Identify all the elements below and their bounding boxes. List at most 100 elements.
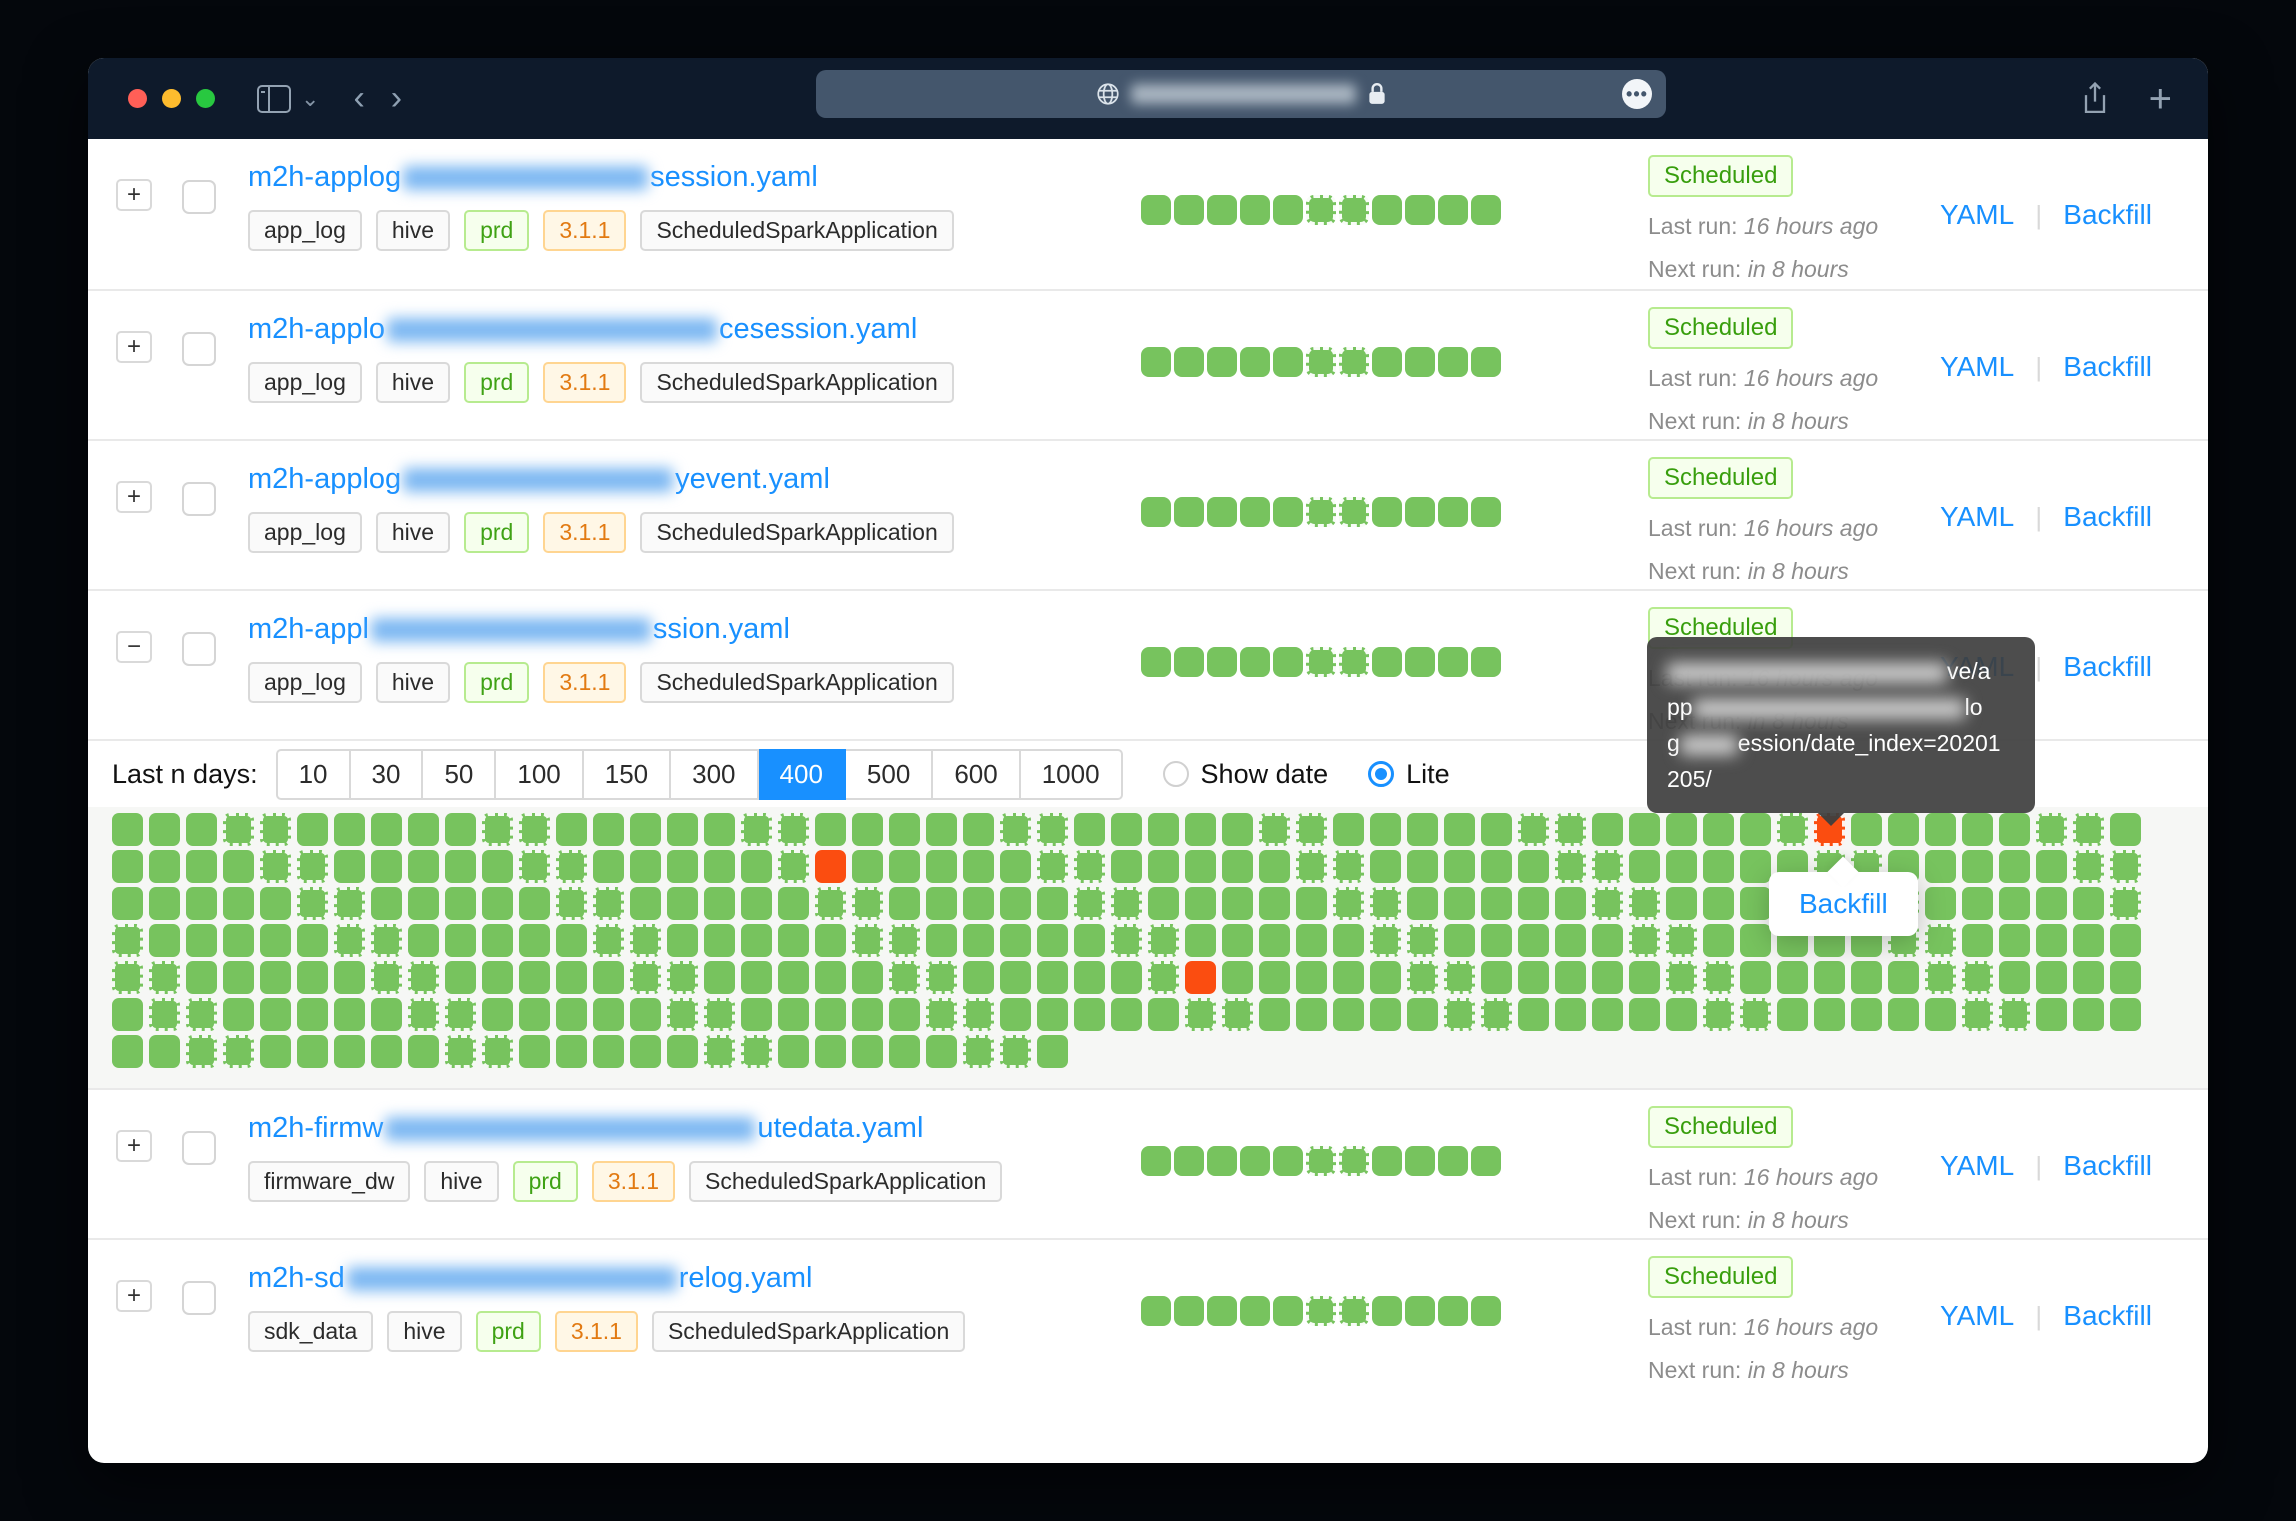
heatmap-day-cell[interactable] xyxy=(149,998,180,1031)
heatmap-day-cell[interactable] xyxy=(1296,924,1327,957)
heatmap-day-cell[interactable] xyxy=(186,961,217,994)
heatmap-day-cell[interactable] xyxy=(1740,924,1771,957)
heatmap-day-cell[interactable] xyxy=(519,813,550,846)
job-title-link[interactable]: m2h-applogyevent.yaml xyxy=(248,463,1141,496)
heatmap-day-cell[interactable] xyxy=(371,813,402,846)
job-title-link[interactable]: m2h-applssion.yaml xyxy=(248,613,1141,646)
heatmap-day-cell[interactable] xyxy=(852,998,883,1031)
heatmap-day-cell[interactable] xyxy=(1925,961,1956,994)
heatmap-day-cell[interactable] xyxy=(630,1035,661,1068)
heatmap-day-cell[interactable] xyxy=(186,1035,217,1068)
heatmap-day-cell[interactable] xyxy=(371,1035,402,1068)
heatmap-day-cell[interactable] xyxy=(630,924,661,957)
heatmap-day-cell[interactable] xyxy=(408,850,439,883)
heatmap-day-cell[interactable] xyxy=(408,887,439,920)
heatmap-day-cell[interactable] xyxy=(1000,887,1031,920)
heatmap-day-cell[interactable] xyxy=(1703,998,1734,1031)
job-title-link[interactable]: m2h-firmwutedata.yaml xyxy=(248,1112,1141,1145)
heatmap-day-cell[interactable] xyxy=(1481,850,1512,883)
heatmap-day-cell[interactable] xyxy=(1629,850,1660,883)
minibar-day-cell[interactable] xyxy=(1240,1296,1270,1326)
heatmap-day-cell[interactable] xyxy=(667,1035,698,1068)
heatmap-day-cell[interactable] xyxy=(1555,813,1586,846)
heatmap-day-cell[interactable] xyxy=(630,998,661,1031)
heatmap-day-cell[interactable] xyxy=(1999,813,2030,846)
heatmap-day-cell[interactable] xyxy=(149,813,180,846)
heatmap-day-cell[interactable] xyxy=(1148,961,1179,994)
heatmap-day-cell[interactable] xyxy=(926,850,957,883)
reader-options-icon[interactable]: ••• xyxy=(1622,79,1652,109)
backfill-popover-link[interactable]: Backfill xyxy=(1799,888,1888,919)
heatmap-day-cell[interactable] xyxy=(815,887,846,920)
heatmap-day-cell[interactable] xyxy=(260,1035,291,1068)
heatmap-day-cell[interactable] xyxy=(1111,998,1142,1031)
heatmap-day-cell[interactable] xyxy=(260,998,291,1031)
minibar-day-cell[interactable] xyxy=(1141,1296,1171,1326)
heatmap-day-cell[interactable] xyxy=(482,924,513,957)
heatmap-day-cell[interactable] xyxy=(1703,961,1734,994)
yaml-link[interactable]: YAML xyxy=(1940,501,2014,533)
heatmap-day-cell[interactable] xyxy=(1999,924,2030,957)
heatmap-day-cell[interactable] xyxy=(778,850,809,883)
heatmap-day-cell[interactable] xyxy=(1999,998,2030,1031)
minibar-day-cell[interactable] xyxy=(1174,1296,1204,1326)
job-title-link[interactable]: m2h-sdrelog.yaml xyxy=(248,1262,1141,1295)
heatmap-day-cell[interactable] xyxy=(371,887,402,920)
heatmap-day-cell[interactable] xyxy=(741,924,772,957)
heatmap-day-cell[interactable] xyxy=(1370,813,1401,846)
heatmap-day-cell[interactable] xyxy=(445,813,476,846)
expander-button[interactable]: + xyxy=(116,1130,152,1162)
job-title-link[interactable]: m2h-applocesession.yaml xyxy=(248,313,1141,346)
minibar-day-cell[interactable] xyxy=(1438,1296,1468,1326)
heatmap-day-cell[interactable] xyxy=(445,1035,476,1068)
minibar-day-cell[interactable] xyxy=(1438,347,1468,377)
heatmap-day-cell[interactable] xyxy=(445,850,476,883)
heatmap-day-cell[interactable] xyxy=(260,887,291,920)
heatmap-day-cell[interactable] xyxy=(2110,850,2141,883)
heatmap-day-cell[interactable] xyxy=(667,961,698,994)
heatmap-day-cell[interactable] xyxy=(1111,924,1142,957)
zoom-window-button[interactable] xyxy=(196,89,215,108)
minibar-day-cell[interactable] xyxy=(1339,195,1369,225)
heatmap-day-cell[interactable] xyxy=(1740,961,1771,994)
expander-button[interactable]: + xyxy=(116,331,152,363)
heatmap-day-cell[interactable] xyxy=(1037,850,1068,883)
heatmap-day-cell[interactable] xyxy=(371,850,402,883)
heatmap-day-cell[interactable] xyxy=(112,850,143,883)
heatmap-day-cell[interactable] xyxy=(1851,998,1882,1031)
heatmap-day-cell[interactable] xyxy=(889,850,920,883)
heatmap-day-cell[interactable] xyxy=(408,924,439,957)
minibar-day-cell[interactable] xyxy=(1207,1146,1237,1176)
minibar-day-cell[interactable] xyxy=(1339,1146,1369,1176)
heatmap-day-cell[interactable] xyxy=(1296,961,1327,994)
yaml-link[interactable]: YAML xyxy=(1940,1300,2014,1332)
minibar-day-cell[interactable] xyxy=(1306,497,1336,527)
yaml-link[interactable]: YAML xyxy=(1940,1150,2014,1182)
heatmap-day-cell[interactable] xyxy=(1111,850,1142,883)
heatmap-day-cell[interactable] xyxy=(1185,961,1216,994)
heatmap-day-cell[interactable] xyxy=(704,961,735,994)
heatmap-day-cell[interactable] xyxy=(445,961,476,994)
heatmap-day-cell[interactable] xyxy=(1888,998,1919,1031)
heatmap-day-cell[interactable] xyxy=(926,961,957,994)
heatmap-day-cell[interactable] xyxy=(556,1035,587,1068)
minibar-day-cell[interactable] xyxy=(1471,497,1501,527)
heatmap-day-cell[interactable] xyxy=(1851,813,1882,846)
heatmap-day-cell[interactable] xyxy=(1444,924,1475,957)
heatmap-day-cell[interactable] xyxy=(852,924,883,957)
minibar-day-cell[interactable] xyxy=(1141,647,1171,677)
heatmap-day-cell[interactable] xyxy=(1037,924,1068,957)
heatmap-day-cell[interactable] xyxy=(1148,998,1179,1031)
heatmap-day-cell[interactable] xyxy=(556,813,587,846)
heatmap-day-cell[interactable] xyxy=(1703,850,1734,883)
heatmap-day-cell[interactable] xyxy=(519,1035,550,1068)
heatmap-day-cell[interactable] xyxy=(445,887,476,920)
heatmap-day-cell[interactable] xyxy=(704,998,735,1031)
heatmap-day-cell[interactable] xyxy=(889,961,920,994)
heatmap-day-cell[interactable] xyxy=(371,998,402,1031)
minibar-day-cell[interactable] xyxy=(1240,647,1270,677)
chevron-down-icon[interactable]: ⌄ xyxy=(301,86,319,112)
heatmap-day-cell[interactable] xyxy=(852,813,883,846)
minibar-day-cell[interactable] xyxy=(1207,347,1237,377)
heatmap-day-cell[interactable] xyxy=(1666,813,1697,846)
